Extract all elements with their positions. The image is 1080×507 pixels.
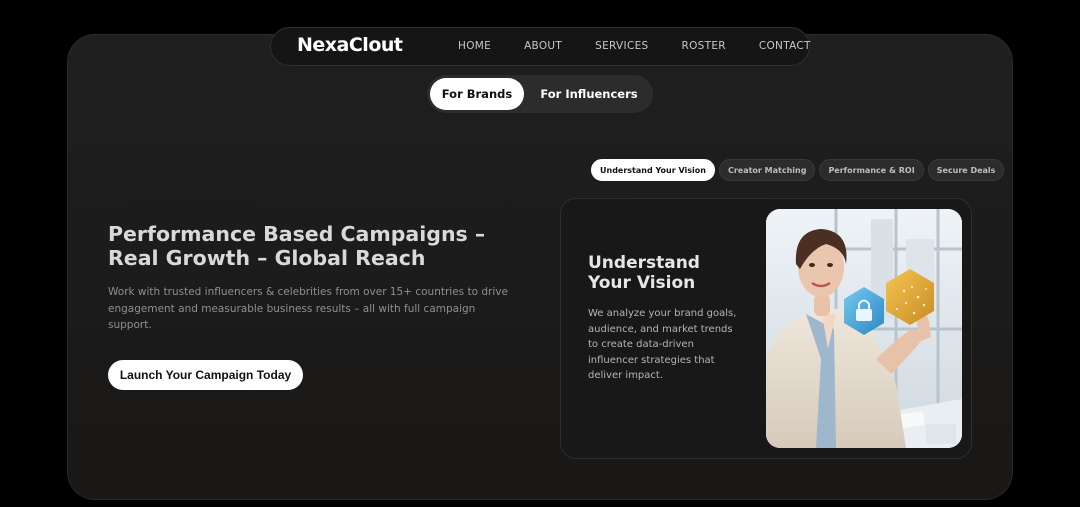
logo[interactable]: NexaClout [297, 34, 403, 56]
launch-campaign-button[interactable]: Launch Your Campaign Today [108, 360, 303, 390]
nav-home[interactable]: HOME [458, 40, 491, 52]
tab-understand-your-vision[interactable]: Understand Your Vision [591, 159, 715, 181]
for-influencers-button[interactable]: For Influencers [533, 78, 645, 110]
tab-secure-deals[interactable]: Secure Deals [927, 159, 1005, 181]
tab-creator-matching[interactable]: Creator Matching [718, 159, 816, 181]
tab-performance-roi[interactable]: Performance & ROI [819, 159, 924, 181]
feature-tabs: Understand Your Vision Creator Matching … [591, 159, 1005, 181]
hero-title: Performance Based Campaigns – Real Growt… [108, 222, 486, 270]
hero-description: Work with trusted influencers & celebrit… [108, 286, 508, 331]
nav-services[interactable]: SERVICES [595, 40, 648, 52]
businesswoman-image [766, 209, 962, 448]
nav-about[interactable]: ABOUT [524, 40, 562, 52]
feature-card-description: We analyze your brand goals, audience, a… [588, 308, 737, 382]
feature-card-title: Understand Your Vision [588, 253, 700, 293]
nav-contact[interactable]: CONTACT [759, 40, 811, 52]
audience-toggle: For Brands For Influencers [427, 75, 653, 113]
feature-card: Understand Your Vision We analyze your b… [560, 198, 972, 459]
for-brands-button[interactable]: For Brands [430, 78, 524, 110]
nav-links: HOME ABOUT SERVICES ROSTER CONTACT [458, 40, 844, 52]
nav-roster[interactable]: ROSTER [681, 40, 725, 52]
businesswoman-illustration [766, 209, 962, 448]
top-navbar: NexaClout HOME ABOUT SERVICES ROSTER CON… [270, 27, 810, 66]
